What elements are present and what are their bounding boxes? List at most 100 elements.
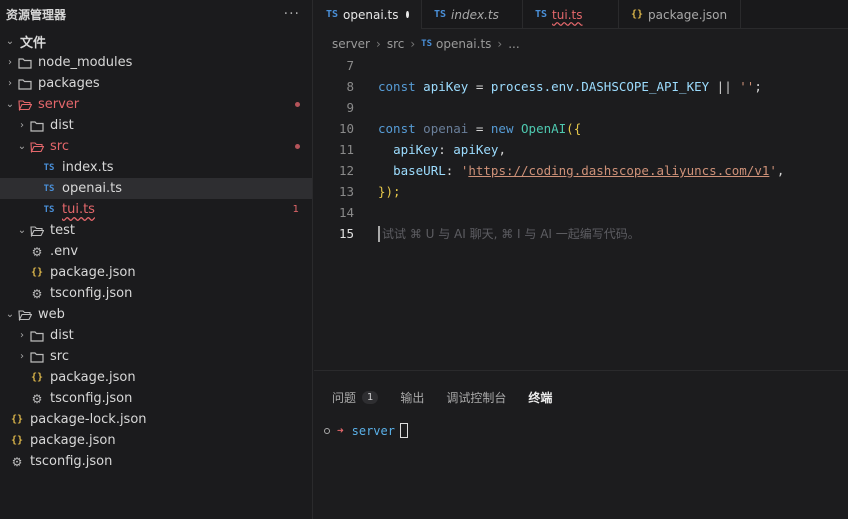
typescript-file-icon: TS [43, 162, 55, 173]
chevron-down-icon: ⌄ [17, 225, 27, 236]
chevron-right-icon: › [20, 120, 24, 131]
tree-root-files[interactable]: ⌄ 文件 [0, 31, 312, 52]
tree-item-server-src[interactable]: ⌄ src [0, 136, 312, 157]
typescript-file-icon: TS [421, 39, 432, 49]
typescript-file-icon: TS [535, 9, 548, 20]
chevron-down-icon: ⌄ [17, 141, 27, 152]
gear-icon: ⚙ [31, 286, 43, 301]
tree-item-label: .env [50, 244, 79, 259]
tree-item-node-modules[interactable]: › node_modules [0, 52, 312, 73]
panel-tabs: 问题 1 输出 调试控制台 终端 [314, 371, 848, 423]
tab-package-json[interactable]: {} package.json [619, 0, 741, 29]
tree-item-tui-ts[interactable]: TS tui.ts 1 [0, 199, 312, 220]
tree-item-package-lock[interactable]: {} package-lock.json [0, 409, 312, 430]
explorer-title: 资源管理器 [6, 7, 67, 22]
tree-item-test[interactable]: ⌄ test [0, 220, 312, 241]
tree-item-label: tsconfig.json [50, 286, 133, 301]
tab-terminal[interactable]: 终端 [528, 389, 552, 406]
tree-item-label: package-lock.json [30, 412, 147, 427]
tree-item-web-dist[interactable]: › dist [0, 325, 312, 346]
typescript-file-icon: TS [43, 204, 55, 215]
line-number: 11 [338, 142, 354, 157]
modified-dot [295, 144, 300, 149]
tab-label: index.ts [451, 7, 499, 22]
tab-debug-console[interactable]: 调试控制台 [446, 389, 506, 406]
modified-dot [295, 102, 300, 107]
line-number: 15 [338, 226, 354, 241]
terminal[interactable]: ➜ server [314, 423, 848, 438]
tree-item-openai-ts[interactable]: TS openai.ts [0, 178, 312, 199]
tab-label: 输出 [400, 390, 425, 405]
breadcrumb-more[interactable]: ... [508, 37, 519, 51]
tab-output[interactable]: 输出 [400, 389, 424, 406]
code-line: 12 baseURL: 'https://coding.dashscope.al… [314, 160, 848, 181]
tree-item-web[interactable]: ⌄ web [0, 304, 312, 325]
terminal-cursor [399, 423, 408, 438]
terminal-cwd: server [351, 423, 395, 438]
code-line: 13 }); [314, 181, 848, 202]
tree-item-packages[interactable]: › packages [0, 73, 312, 94]
tree-item-label: test [50, 223, 75, 238]
chevron-right-icon: › [497, 37, 503, 51]
tree-item-root-package-json[interactable]: {} package.json [0, 430, 312, 451]
tree-item-label: tui.ts [62, 202, 95, 217]
code-text: const apiKey = process.env.DASHSCOPE_API… [378, 79, 762, 94]
tree-item-server-tsconfig[interactable]: ⚙ tsconfig.json [0, 283, 312, 304]
code-text: baseURL: 'https://coding.dashscope.aliyu… [393, 163, 785, 178]
tree-item-index-ts[interactable]: TS index.ts [0, 157, 312, 178]
chevron-right-icon: › [410, 37, 416, 51]
tree-item-web-tsconfig[interactable]: ⚙ tsconfig.json [0, 388, 312, 409]
more-actions-icon[interactable]: ··· [284, 6, 300, 22]
error-count-badge: 1 [292, 204, 299, 215]
folder-icon [16, 78, 34, 90]
prompt-arrow-icon: ➜ [337, 424, 344, 437]
code-text: const openai = new OpenAI({ [378, 121, 582, 136]
chevron-down-icon: ⌄ [5, 309, 15, 320]
folder-open-icon [16, 309, 34, 321]
unsaved-dot-icon[interactable] [406, 11, 409, 18]
url-link[interactable]: https://coding.dashscope.aliyuncs.com/v1 [468, 163, 769, 178]
tab-problems[interactable]: 问题 1 [332, 389, 379, 406]
tree-item-label: src [50, 349, 69, 364]
text-cursor [378, 226, 380, 243]
tree-item-web-package-json[interactable]: {} package.json [0, 367, 312, 388]
folder-icon [28, 120, 46, 132]
chevron-right-icon: › [376, 37, 381, 51]
folder-open-icon [16, 99, 34, 111]
chevron-right-icon: › [20, 351, 24, 362]
tree-item-env[interactable]: ⚙ .env [0, 241, 312, 262]
tree-item-label: 文件 [20, 36, 47, 51]
tab-label: 调试控制台 [446, 390, 507, 405]
code-text: apiKey: apiKey, [393, 142, 506, 157]
code-text: }); [378, 184, 401, 199]
breadcrumb-item[interactable]: openai.ts [436, 37, 491, 51]
tab-index-ts[interactable]: TS index.ts [422, 0, 523, 29]
editor-tabs: TS openai.ts TS index.ts TS tui.ts {} pa… [314, 0, 848, 29]
tab-tui-ts[interactable]: TS tui.ts [523, 0, 619, 29]
json-file-icon: {} [10, 414, 24, 425]
folder-icon [28, 330, 46, 342]
tab-openai-ts[interactable]: TS openai.ts [314, 0, 422, 29]
breadcrumb-item[interactable]: server [332, 37, 370, 51]
line-number: 13 [338, 184, 354, 199]
tree-item-server-package-json[interactable]: {} package.json [0, 262, 312, 283]
tree-item-label: package.json [50, 265, 136, 280]
tab-label: package.json [648, 7, 728, 22]
tab-label: 问题 [332, 390, 357, 405]
tree-item-root-tsconfig[interactable]: ⚙ tsconfig.json [0, 451, 312, 472]
gear-icon: ⚙ [31, 244, 43, 259]
tree-item-server[interactable]: ⌄ server [0, 94, 312, 115]
problems-count-badge: 1 [362, 390, 379, 404]
tree-item-web-src[interactable]: › src [0, 346, 312, 367]
explorer-header: 资源管理器 ··· [0, 0, 312, 28]
tree-item-server-dist[interactable]: › dist [0, 115, 312, 136]
tree-item-label: node_modules [38, 55, 133, 70]
tree-item-label: dist [50, 118, 74, 133]
tree-item-label: openai.ts [62, 181, 123, 196]
breadcrumb-item[interactable]: src [387, 37, 405, 51]
tree-item-label: packages [38, 76, 100, 91]
tree-item-label: dist [50, 328, 74, 343]
code-line: 7 [314, 55, 848, 76]
editor-area: TS openai.ts TS index.ts TS tui.ts {} pa… [314, 0, 848, 370]
code-line: 14 [314, 202, 848, 223]
